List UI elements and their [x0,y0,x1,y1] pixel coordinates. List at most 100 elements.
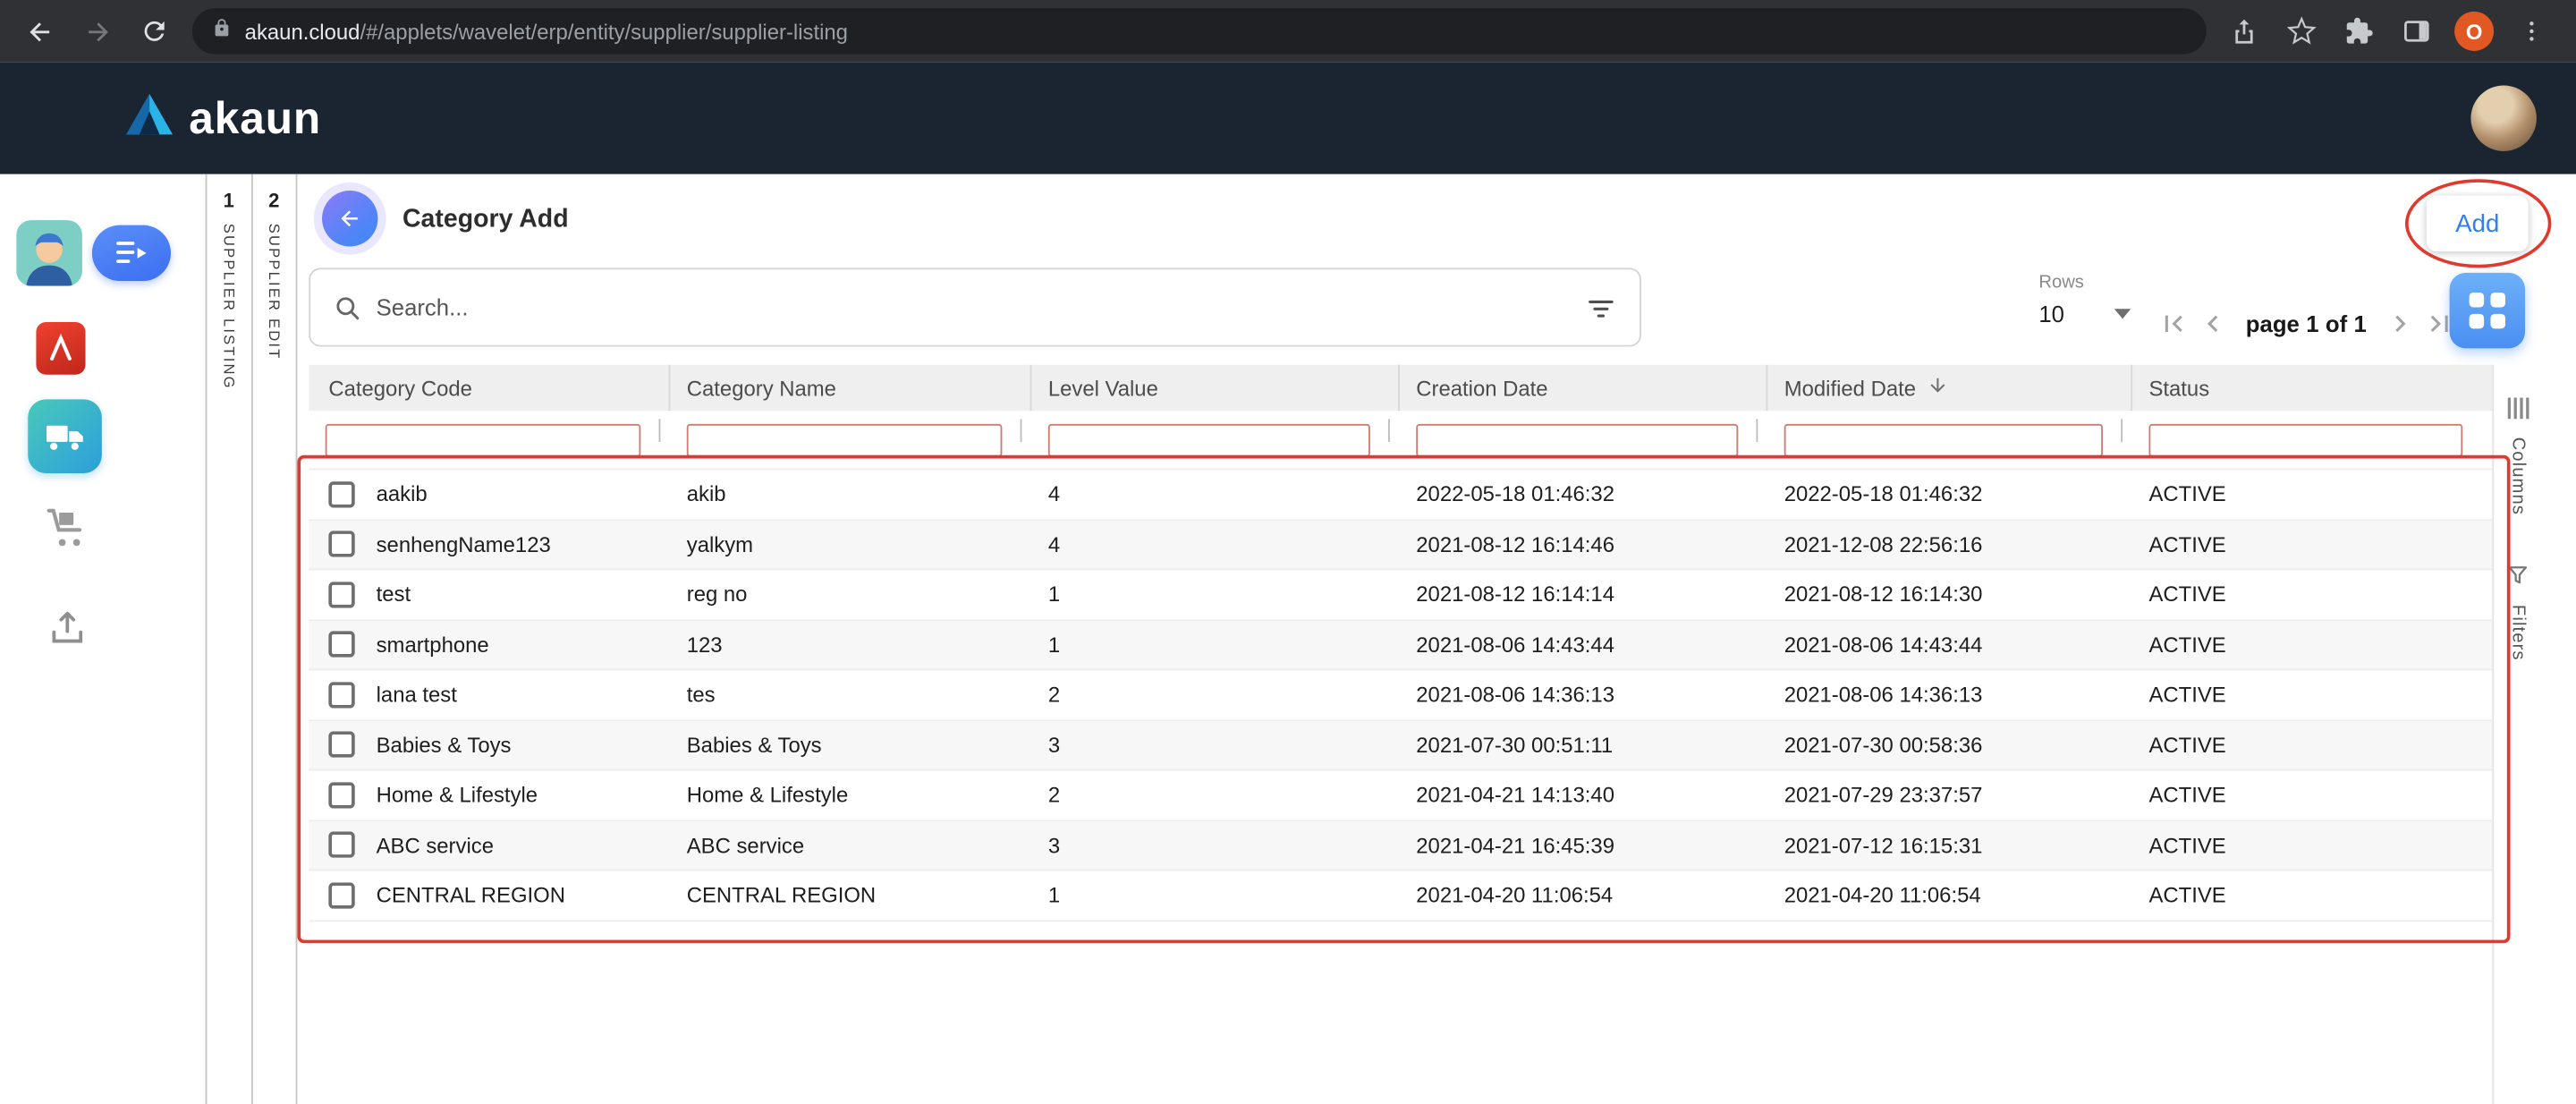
filter-input-creation-date[interactable] [1416,423,1738,456]
first-page-button[interactable] [2156,306,2191,342]
user-avatar[interactable] [2470,86,2536,151]
columns-control[interactable]: Columns [2506,397,2529,515]
cell-creation-date: 2021-08-06 14:43:44 [1400,633,1767,658]
table-row[interactable]: Home & Lifestyle Home & Lifestyle 2 2021… [309,770,2492,820]
cell-category-name: reg no [670,582,1031,607]
browser-toolbar: akaun.cloud/#/applets/wavelet/erp/entity… [0,0,2576,63]
row-checkbox[interactable] [328,832,354,858]
filter-input-level-value[interactable] [1048,423,1370,456]
trolley-icon[interactable] [41,503,94,556]
table-row[interactable]: senhengName123 yalkym 4 2021-08-12 16:14… [309,520,2492,570]
pdf-app-icon[interactable] [36,322,85,375]
left-sidebar [0,174,206,1104]
browser-back-icon[interactable] [20,12,59,51]
cell-modified-date: 2021-04-20 11:06:54 [1767,883,2132,908]
column-header-status[interactable]: Status [2132,365,2492,411]
cell-category-name: ABC service [670,833,1031,858]
cell-status: ACTIVE [2132,633,2492,658]
tab-supplier-edit[interactable]: 2 SUPPLIER EDIT [252,174,298,1104]
search-icon [334,293,361,321]
row-checkbox[interactable] [328,481,354,507]
address-bar[interactable]: akaun.cloud/#/applets/wavelet/erp/entity… [192,8,2207,54]
cell-category-code: test [377,582,411,607]
cell-status: ACTIVE [2132,582,2492,607]
table-row[interactable]: CENTRAL REGION CENTRAL REGION 1 2021-04-… [309,870,2492,921]
table-header: Category Code Category Name Level Value … [309,365,2492,411]
grid-view-button[interactable] [2450,273,2525,348]
column-header-level-value[interactable]: Level Value [1031,365,1399,411]
browser-forward-icon[interactable] [77,12,116,51]
sidebar-toggle-pill[interactable] [92,225,171,281]
dropdown-caret-icon [2114,309,2131,318]
row-checkbox[interactable] [328,782,354,808]
table-row[interactable]: test reg no 1 2021-08-12 16:14:14 2021-0… [309,570,2492,620]
delivery-truck-icon[interactable] [28,399,102,473]
row-checkbox[interactable] [328,632,354,658]
cell-modified-date: 2021-07-12 16:15:31 [1767,833,2132,858]
table-row[interactable]: Babies & Toys Babies & Toys 3 2021-07-30… [309,720,2492,770]
filter-row [309,411,2492,470]
page-url: akaun.cloud/#/applets/wavelet/erp/entity… [245,19,848,44]
next-page-button[interactable] [2381,306,2417,342]
cell-category-name: tes [670,683,1031,708]
row-checkbox[interactable] [328,732,354,758]
filters-control[interactable]: Filters [2505,561,2530,659]
prev-page-button[interactable] [2195,306,2231,342]
cell-level-value: 2 [1031,783,1399,808]
akaun-logo: akaun [125,92,322,145]
table-side-rail: Columns Filters [2492,365,2541,1104]
upload-icon[interactable] [45,605,90,650]
tab-label: SUPPLIER EDIT [266,224,282,361]
table-row[interactable]: lana test tes 2 2021-08-06 14:36:13 2021… [309,670,2492,720]
row-checkbox[interactable] [328,882,354,908]
share-icon[interactable] [2224,12,2264,51]
add-button[interactable]: Add [2427,196,2529,251]
rows-value: 10 [2038,301,2064,327]
table-row[interactable]: ABC service ABC service 3 2021-04-21 16:… [309,820,2492,870]
filter-input-category-name[interactable] [687,423,1003,456]
back-button[interactable] [322,191,377,246]
cell-level-value: 4 [1031,482,1399,507]
extensions-puzzle-icon[interactable] [2340,12,2379,51]
column-header-category-code[interactable]: Category Code [309,365,670,411]
cell-modified-date: 2021-07-30 00:58:36 [1767,733,2132,758]
cell-category-code: CENTRAL REGION [377,883,565,908]
cell-level-value: 1 [1031,633,1399,658]
column-header-category-name[interactable]: Category Name [670,365,1031,411]
bookmark-star-icon[interactable] [2282,12,2321,51]
cell-category-code: senhengName123 [377,532,551,557]
row-checkbox[interactable] [328,582,354,607]
column-header-modified-date[interactable]: Modified Date [1767,365,2132,411]
browser-profile-avatar[interactable]: O [2454,12,2494,51]
cell-creation-date: 2021-08-12 16:14:46 [1400,532,1767,557]
rows-per-page-select[interactable]: 10 [2038,301,2131,327]
column-header-creation-date[interactable]: Creation Date [1400,365,1767,411]
table-row[interactable]: smartphone 123 1 2021-08-06 14:43:44 202… [309,620,2492,670]
cell-category-code: smartphone [377,633,489,658]
filter-input-modified-date[interactable] [1784,423,2103,456]
akaun-logo-text: akaun [189,93,321,144]
filter-input-status[interactable] [2148,423,2462,456]
filter-list-icon[interactable] [1585,292,1616,323]
cell-category-name: CENTRAL REGION [670,883,1031,908]
browser-reload-icon[interactable] [135,12,174,51]
tab-supplier-listing[interactable]: 1 SUPPLIER LISTING [207,174,252,1104]
cell-level-value: 4 [1031,532,1399,557]
browser-menu-icon[interactable] [2512,12,2551,51]
cell-level-value: 1 [1031,582,1399,607]
row-checkbox[interactable] [328,531,354,557]
cell-category-name: yalkym [670,532,1031,557]
workspace-avatar[interactable] [16,220,81,285]
page-title: Category Add [402,206,569,235]
cell-modified-date: 2021-08-06 14:43:44 [1767,633,2132,658]
cell-creation-date: 2021-08-06 14:36:13 [1400,683,1767,708]
cell-category-name: Home & Lifestyle [670,783,1031,808]
table-row[interactable]: aakib akib 4 2022-05-18 01:46:32 2022-05… [309,470,2492,520]
side-panel-icon[interactable] [2397,12,2436,51]
search-input[interactable] [377,294,1571,320]
cell-modified-date: 2021-08-12 16:14:30 [1767,582,2132,607]
filter-input-category-code[interactable] [326,423,641,456]
akaun-logo-icon [125,92,174,145]
row-checkbox[interactable] [328,682,354,708]
cell-creation-date: 2021-04-21 14:13:40 [1400,783,1767,808]
